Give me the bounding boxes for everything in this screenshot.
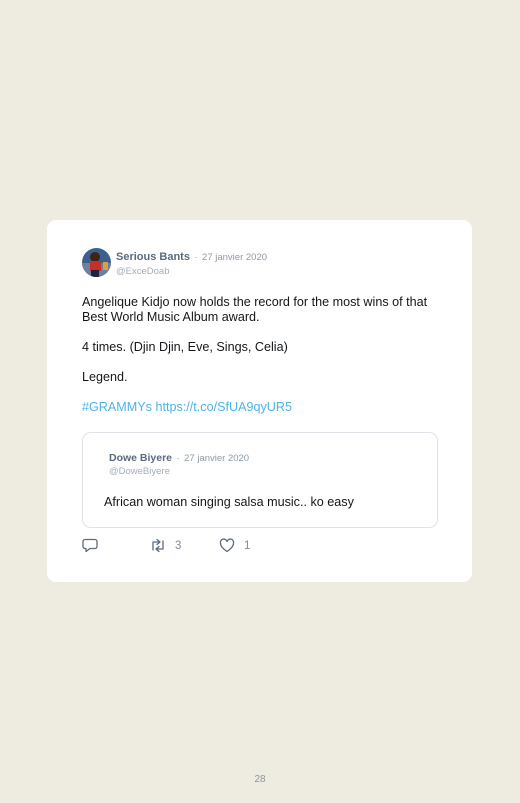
reply-button[interactable]: [82, 538, 98, 553]
quoted-tweet[interactable]: Dowe Biyere · 27 janvier 2020 @DoweBiyer…: [82, 432, 438, 528]
tweet-card: Serious Bants · 27 janvier 2020 @ExceDoa…: [47, 220, 472, 582]
quoted-author-handle[interactable]: @DoweBiyere: [109, 466, 249, 478]
quoted-header: Dowe Biyere · 27 janvier 2020 @DoweBiyer…: [109, 451, 249, 478]
tweet-text-line: 4 times. (Djin Djin, Eve, Sings, Celia): [82, 340, 288, 354]
author-name[interactable]: Serious Bants: [116, 251, 190, 263]
tweet-date[interactable]: 27 janvier 2020: [202, 252, 267, 263]
page-number: 28: [254, 774, 266, 785]
heart-icon: [219, 538, 235, 553]
tweet-body: Angelique Kidjo now holds the record for…: [82, 295, 442, 430]
quoted-text: African woman singing salsa music.. ko e…: [104, 495, 354, 509]
tweet-links: #GRAMMYs https://t.co/SfUA9qyUR5: [82, 400, 442, 415]
retweet-button[interactable]: 3: [150, 538, 181, 553]
like-count: 1: [244, 539, 251, 552]
reply-icon: [82, 538, 98, 553]
url-link[interactable]: https://t.co/SfUA9qyUR5: [155, 400, 292, 414]
author-handle[interactable]: @ExceDoab: [116, 265, 267, 278]
like-button[interactable]: 1: [219, 538, 250, 553]
tweet-text-line: Angelique Kidjo now holds the record for…: [82, 295, 428, 324]
tweet-text-line: Legend.: [82, 370, 128, 384]
retweet-icon: [150, 538, 166, 553]
quoted-date: 27 janvier 2020: [184, 453, 250, 464]
tweet-actions: 3 1: [82, 538, 282, 554]
separator-dot: ·: [194, 252, 198, 263]
quoted-author-name[interactable]: Dowe Biyere: [109, 452, 172, 464]
retweet-count: 3: [175, 539, 182, 552]
hashtag-link[interactable]: #GRAMMYs: [82, 400, 152, 414]
avatar[interactable]: [82, 248, 111, 277]
separator-dot: ·: [176, 453, 180, 464]
tweet-header: Serious Bants · 27 janvier 2020 @ExceDoa…: [116, 249, 267, 278]
